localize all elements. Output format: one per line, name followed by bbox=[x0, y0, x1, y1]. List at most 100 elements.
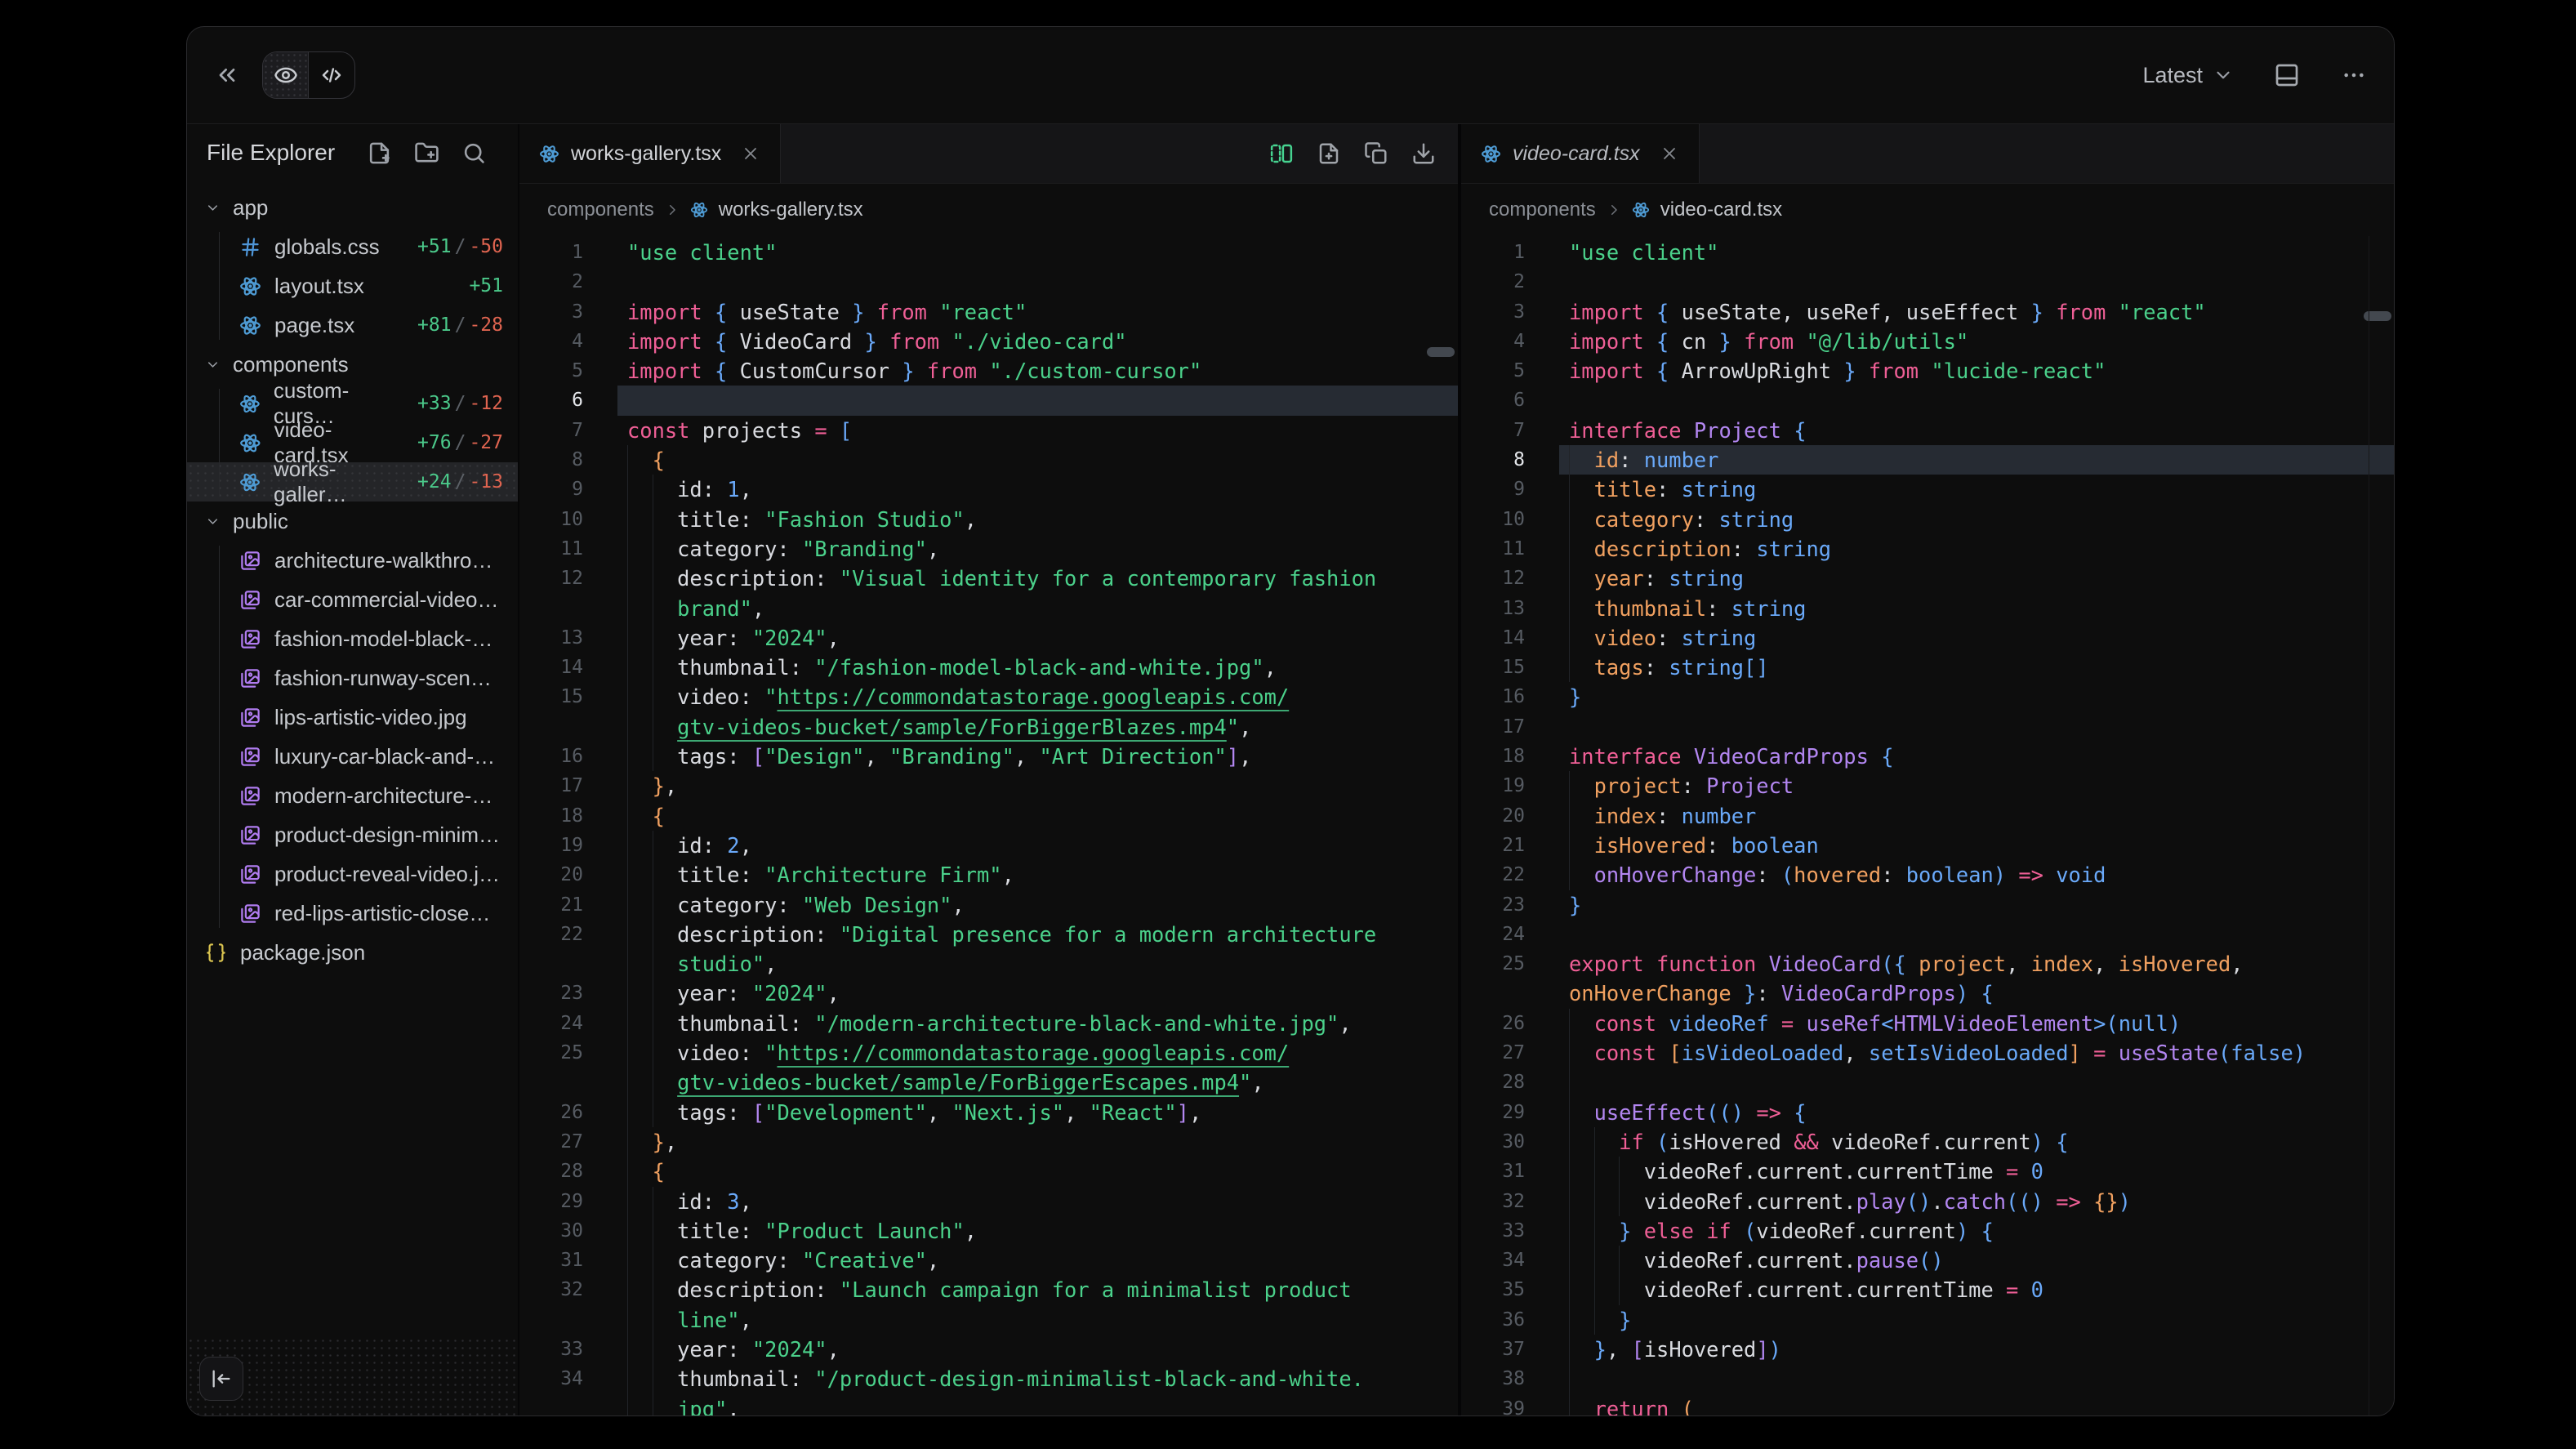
code-line[interactable]: 31 category: "Creative", bbox=[519, 1246, 1458, 1275]
code-line[interactable]: 16} bbox=[1461, 682, 2394, 711]
code-line[interactable]: 11 category: "Branding", bbox=[519, 534, 1458, 564]
code-line[interactable]: 1"use client" bbox=[1461, 238, 2394, 267]
code-line[interactable]: 38 bbox=[1461, 1364, 2394, 1393]
code-line[interactable]: 5import { CustomCursor } from "./custom-… bbox=[519, 356, 1458, 386]
code-line[interactable]: 37 }, [isHovered]) bbox=[1461, 1335, 2394, 1364]
code-line[interactable]: 25export function VideoCard({ project, i… bbox=[1461, 949, 2394, 979]
code-line[interactable]: 15 video: "https://commondatastorage.goo… bbox=[519, 682, 1458, 711]
breadcrumb-folder[interactable]: components bbox=[547, 198, 654, 221]
new-file-button[interactable] bbox=[1316, 140, 1342, 167]
breadcrumb-file[interactable]: works-gallery.tsx bbox=[719, 198, 863, 221]
code-line[interactable]: 29 useEffect(() => { bbox=[1461, 1098, 2394, 1127]
preview-toggle-button[interactable] bbox=[263, 52, 309, 98]
code-line[interactable]: onHoverChange }: VideoCardProps) { bbox=[1461, 979, 2394, 1008]
code-line[interactable]: 3import { useState, useRef, useEffect } … bbox=[1461, 297, 2394, 327]
code-line[interactable]: 28 { bbox=[519, 1157, 1458, 1186]
code-line[interactable]: 2 bbox=[1461, 267, 2394, 296]
code-editor-video-card[interactable]: 1"use client"23import { useState, useRef… bbox=[1461, 236, 2394, 1416]
file-item-product-reveal-video-j[interactable]: product-reveal-video.j… bbox=[187, 854, 518, 894]
tab-video-card[interactable]: video-card.tsx bbox=[1461, 124, 1700, 183]
code-line[interactable]: 5import { ArrowUpRight } from "lucide-re… bbox=[1461, 356, 2394, 386]
code-line[interactable]: 17 bbox=[1461, 712, 2394, 742]
file-item-works-galler[interactable]: works-galler…+24/-13 bbox=[187, 462, 518, 502]
code-line[interactable]: 33 } else if (videoRef.current) { bbox=[1461, 1216, 2394, 1246]
file-item-globals-css[interactable]: globals.css+51/-50 bbox=[187, 227, 518, 266]
code-line[interactable]: 28 bbox=[1461, 1068, 2394, 1097]
code-line[interactable]: 30 if (isHovered && videoRef.current) { bbox=[1461, 1127, 2394, 1157]
file-item-package-json[interactable]: package.json bbox=[187, 933, 518, 972]
code-line[interactable]: studio", bbox=[519, 949, 1458, 979]
code-line[interactable]: jpg", bbox=[519, 1394, 1458, 1416]
file-item-lips-artistic-video-jpg[interactable]: lips-artistic-video.jpg bbox=[187, 698, 518, 737]
code-line[interactable]: 36 } bbox=[1461, 1305, 2394, 1335]
code-line[interactable]: 4import { VideoCard } from "./video-card… bbox=[519, 327, 1458, 356]
code-line[interactable]: 7const projects = [ bbox=[519, 416, 1458, 445]
code-line[interactable]: 30 title: "Product Launch", bbox=[519, 1216, 1458, 1246]
code-line[interactable]: 1"use client" bbox=[519, 238, 1458, 267]
code-line[interactable]: 17 }, bbox=[519, 771, 1458, 800]
close-tab-icon[interactable] bbox=[741, 144, 760, 163]
code-line[interactable]: 11 description: string bbox=[1461, 534, 2394, 564]
file-item-red-lips-artistic-close[interactable]: red-lips-artistic-close… bbox=[187, 894, 518, 933]
file-item-car-commercial-video[interactable]: car-commercial-video… bbox=[187, 580, 518, 619]
search-button[interactable] bbox=[459, 138, 488, 167]
code-line[interactable]: 27 }, bbox=[519, 1127, 1458, 1157]
copy-button[interactable] bbox=[1363, 140, 1389, 167]
code-line[interactable]: 21 category: "Web Design", bbox=[519, 890, 1458, 920]
code-line[interactable]: 16 tags: ["Design", "Branding", "Art Dir… bbox=[519, 742, 1458, 771]
code-line[interactable]: 14 thumbnail: "/fashion-model-black-and-… bbox=[519, 653, 1458, 682]
file-item-architecture-walkthro[interactable]: architecture-walkthro… bbox=[187, 541, 518, 580]
new-folder-button[interactable] bbox=[412, 138, 441, 167]
code-line[interactable]: 33 year: "2024", bbox=[519, 1335, 1458, 1364]
code-toggle-button[interactable] bbox=[309, 52, 354, 98]
code-line[interactable]: 13 thumbnail: string bbox=[1461, 594, 2394, 623]
tab-works-gallery[interactable]: works-gallery.tsx bbox=[519, 124, 781, 183]
file-item-luxury-car-black-and[interactable]: luxury-car-black-and-… bbox=[187, 737, 518, 776]
code-line[interactable]: gtv-videos-bucket/sample/ForBiggerBlazes… bbox=[519, 712, 1458, 742]
code-line[interactable]: 20 index: number bbox=[1461, 801, 2394, 831]
code-line[interactable]: 6 bbox=[1461, 386, 2394, 415]
code-line[interactable]: 21 isHovered: boolean bbox=[1461, 831, 2394, 860]
file-item-product-design-minim[interactable]: product-design-minim… bbox=[187, 815, 518, 854]
code-line[interactable]: 8 id: number bbox=[1461, 445, 2394, 475]
code-line[interactable]: 2 bbox=[519, 267, 1458, 296]
version-dropdown[interactable]: Latest bbox=[2137, 62, 2239, 89]
file-item-fashion-model-black[interactable]: fashion-model-black-… bbox=[187, 619, 518, 658]
code-line[interactable]: 8 { bbox=[519, 445, 1458, 475]
code-line[interactable]: 23 year: "2024", bbox=[519, 979, 1458, 1008]
file-item-fashion-runway-scen[interactable]: fashion-runway-scen… bbox=[187, 658, 518, 698]
code-line[interactable]: 32 description: "Launch campaign for a m… bbox=[519, 1275, 1458, 1304]
code-line[interactable]: 10 category: string bbox=[1461, 505, 2394, 534]
code-line[interactable]: 26 const videoRef = useRef<HTMLVideoElem… bbox=[1461, 1009, 2394, 1038]
panel-layout-button[interactable] bbox=[2268, 56, 2306, 94]
code-line[interactable]: 18 { bbox=[519, 801, 1458, 831]
code-line[interactable]: 24 thumbnail: "/modern-architecture-blac… bbox=[519, 1009, 1458, 1038]
code-line[interactable]: 22 onHoverChange: (hovered: boolean) => … bbox=[1461, 860, 2394, 889]
collapse-left-panel-button[interactable] bbox=[208, 56, 246, 94]
code-line[interactable]: 24 bbox=[1461, 920, 2394, 949]
code-line[interactable]: 9 title: string bbox=[1461, 475, 2394, 504]
folder-item-app[interactable]: app bbox=[187, 188, 518, 227]
file-item-page-tsx[interactable]: page.tsx+81/-28 bbox=[187, 305, 518, 345]
code-line[interactable]: 25 video: "https://commondatastorage.goo… bbox=[519, 1038, 1458, 1068]
code-line[interactable]: 9 id: 1, bbox=[519, 475, 1458, 504]
code-line[interactable]: brand", bbox=[519, 594, 1458, 623]
file-item-layout-tsx[interactable]: layout.tsx+51 bbox=[187, 266, 518, 305]
code-line[interactable]: 23} bbox=[1461, 890, 2394, 920]
code-line[interactable]: 14 video: string bbox=[1461, 623, 2394, 653]
download-button[interactable] bbox=[1411, 140, 1437, 167]
code-line[interactable]: 27 const [isVideoLoaded, setIsVideoLoade… bbox=[1461, 1038, 2394, 1068]
code-line[interactable]: 13 year: "2024", bbox=[519, 623, 1458, 653]
code-line[interactable]: 29 id: 3, bbox=[519, 1187, 1458, 1216]
code-line[interactable]: 22 description: "Digital presence for a … bbox=[519, 920, 1458, 949]
code-line[interactable]: 35 videoRef.current.currentTime = 0 bbox=[1461, 1275, 2394, 1304]
code-line[interactable]: 18interface VideoCardProps { bbox=[1461, 742, 2394, 771]
code-line[interactable]: 3import { useState } from "react" bbox=[519, 297, 1458, 327]
close-tab-icon[interactable] bbox=[1660, 144, 1679, 163]
code-line[interactable]: 4import { cn } from "@/lib/utils" bbox=[1461, 327, 2394, 356]
code-line[interactable]: 12 description: "Visual identity for a c… bbox=[519, 564, 1458, 593]
code-line[interactable]: 15 tags: string[] bbox=[1461, 653, 2394, 682]
code-line[interactable]: gtv-videos-bucket/sample/ForBiggerEscape… bbox=[519, 1068, 1458, 1097]
code-line[interactable]: line", bbox=[519, 1305, 1458, 1335]
code-line[interactable]: 32 videoRef.current.play().catch(() => {… bbox=[1461, 1187, 2394, 1216]
